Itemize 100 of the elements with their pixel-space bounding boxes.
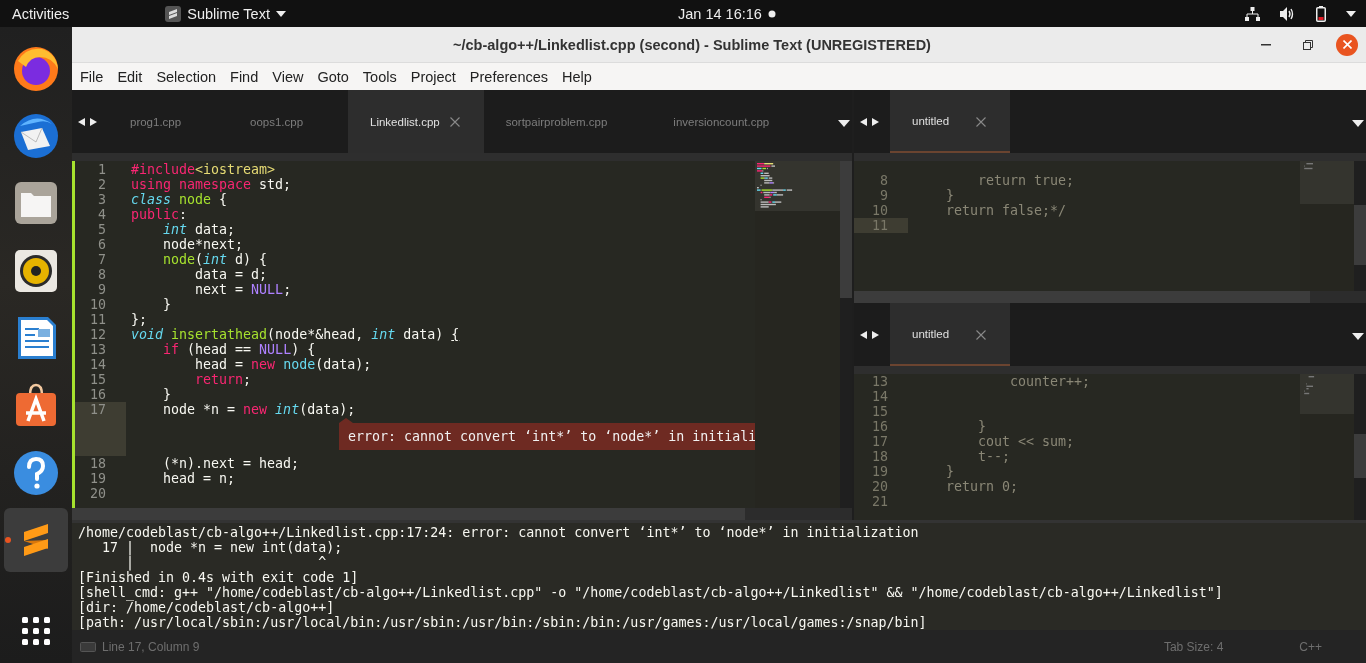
right-arrow-icon[interactable] bbox=[90, 117, 97, 126]
code-line: return false;*/ bbox=[945, 203, 1067, 218]
code-line: (*n).next = head; bbox=[162, 456, 300, 471]
code-line: }; bbox=[130, 312, 147, 327]
menu-item[interactable]: Tools bbox=[355, 68, 404, 85]
line-number: 11 bbox=[854, 218, 908, 233]
menu-item[interactable]: Goto bbox=[310, 68, 356, 85]
line-number: 16 bbox=[89, 387, 107, 402]
restore-icon bbox=[1303, 39, 1313, 50]
minimap-drawing bbox=[1300, 374, 1354, 414]
dropdown-icon[interactable] bbox=[1352, 119, 1364, 127]
close-icon[interactable] bbox=[976, 330, 986, 340]
close-icon[interactable] bbox=[976, 117, 986, 127]
line-number: 19 bbox=[871, 464, 889, 479]
close-icon[interactable] bbox=[449, 117, 460, 127]
code-line: node *n = new int(data); bbox=[162, 402, 356, 417]
menu-item[interactable]: File bbox=[73, 68, 111, 85]
line-number: 13 bbox=[871, 374, 889, 389]
tab[interactable]: sortpairproblem.cpp bbox=[483, 90, 652, 153]
scrollbar-thumb[interactable] bbox=[840, 161, 852, 298]
current-line-highlight bbox=[75, 417, 126, 456]
mail-icon bbox=[12, 112, 60, 160]
tab[interactable]: prog1.cpp bbox=[108, 90, 228, 153]
line-number: 18 bbox=[871, 449, 889, 464]
scrollbar-thumb[interactable] bbox=[1354, 205, 1366, 265]
code-line: data = d; bbox=[194, 267, 268, 282]
code-line: next = NULL; bbox=[194, 282, 292, 297]
dropdown-icon[interactable] bbox=[1352, 332, 1364, 340]
code-line: int data; bbox=[162, 222, 236, 237]
browser-icon bbox=[12, 44, 60, 93]
console-line: [dir: /home/codeblast/cb-algo++] bbox=[78, 600, 336, 615]
menu-item[interactable]: Selection bbox=[149, 68, 224, 85]
console-line: 17 | node *n = new int(data); bbox=[101, 540, 344, 555]
line-number: 20 bbox=[89, 486, 107, 501]
notification-dot-icon bbox=[767, 9, 776, 18]
line-number: 14 bbox=[89, 357, 107, 372]
app-menu-button[interactable]: Sublime Text bbox=[155, 0, 296, 27]
code-line: } bbox=[945, 464, 955, 479]
network-icon bbox=[1245, 6, 1260, 21]
window-title: ~/cb-algo++/Linkedlist.cpp (second) - Sublime Text (UNREGISTERED) bbox=[452, 36, 932, 53]
menu-item[interactable]: Find bbox=[223, 68, 266, 85]
console-line: [Finished in 0.4s with exit code 1] bbox=[78, 570, 360, 585]
right-arrow-icon[interactable] bbox=[872, 117, 879, 126]
code-line: return 0; bbox=[945, 479, 1019, 494]
menu-item[interactable]: Edit bbox=[110, 68, 150, 85]
line-number: 17 bbox=[75, 402, 126, 417]
left-arrow-icon[interactable] bbox=[860, 117, 867, 126]
line-number: 2 bbox=[97, 177, 107, 192]
line-number: 19 bbox=[89, 471, 107, 486]
code-line: void insertathead(node*&head, int data) { bbox=[130, 327, 460, 342]
right-arrow-icon[interactable] bbox=[872, 330, 879, 339]
line-number: 20 bbox=[871, 479, 889, 494]
tab[interactable]: Linkedlist.cpp bbox=[348, 90, 484, 153]
scrollbar[interactable] bbox=[1354, 374, 1366, 520]
code-line: t--; bbox=[977, 449, 1011, 464]
minimize-icon bbox=[1261, 43, 1271, 46]
code-line: return true; bbox=[977, 173, 1075, 188]
code-line: #include<iostream> bbox=[130, 162, 276, 177]
code-line: head = n; bbox=[162, 471, 236, 486]
battery-icon bbox=[1316, 5, 1326, 22]
line-number: 4 bbox=[97, 207, 107, 222]
left-arrow-icon[interactable] bbox=[860, 330, 867, 339]
line-number: 3 bbox=[97, 192, 107, 207]
scrollbar[interactable] bbox=[840, 161, 852, 508]
line-number: 12 bbox=[89, 327, 107, 342]
minimap-drawing bbox=[1300, 161, 1354, 204]
line-number: 15 bbox=[871, 404, 889, 419]
clock-button[interactable]: Jan 14 16:16 bbox=[668, 0, 786, 27]
code-line: node*next; bbox=[162, 237, 244, 252]
scrollbar[interactable] bbox=[1354, 161, 1366, 291]
line-number: 5 bbox=[97, 222, 107, 237]
close-button[interactable] bbox=[1336, 33, 1358, 56]
caret-icon bbox=[1346, 10, 1356, 17]
scrollbar-thumb[interactable] bbox=[1354, 434, 1366, 478]
line-number: 8 bbox=[97, 267, 107, 282]
activities-button[interactable]: Activities bbox=[2, 0, 80, 27]
line-number: 18 bbox=[89, 456, 107, 471]
line-number: 11 bbox=[89, 312, 107, 327]
tab[interactable]: untitled bbox=[890, 303, 1010, 366]
console-line: [shell_cmd: g++ "/home/codeblast/cb-algo++/Linkedlist.cpp" -o "/home/codeblast/cb-algo++/Linkedlist" && "/home/codeblast/cb-algo++/Linkedlist"] bbox=[78, 585, 1224, 600]
tab[interactable]: untitled bbox=[890, 90, 1010, 153]
line-number: 17 bbox=[871, 434, 889, 449]
console-line: | ^ bbox=[126, 555, 327, 570]
code-line: cout << sum; bbox=[977, 434, 1075, 449]
tab[interactable]: inversioncount.cpp bbox=[651, 90, 814, 153]
line-number: 8 bbox=[879, 173, 889, 188]
panel-toggle-icon[interactable] bbox=[80, 641, 96, 652]
running-indicator bbox=[5, 537, 11, 544]
code-line: } bbox=[162, 297, 172, 312]
tab[interactable]: oops1.cpp bbox=[228, 90, 348, 153]
line-number: 14 bbox=[871, 389, 889, 404]
line-number: 6 bbox=[97, 237, 107, 252]
menu-item[interactable]: Project bbox=[403, 68, 463, 85]
dropdown-icon[interactable] bbox=[838, 119, 850, 127]
console-line: /home/codeblast/cb-algo++/Linkedlist.cpp:17:24: error: cannot convert ‘int*’ to ‘node*’ in initialization bbox=[78, 525, 920, 540]
left-arrow-icon[interactable] bbox=[78, 117, 85, 126]
menu-item[interactable]: View bbox=[265, 68, 311, 85]
menu-item[interactable]: Preferences bbox=[462, 68, 556, 85]
menu-item[interactable]: Help bbox=[555, 68, 599, 85]
code-line: return; bbox=[194, 372, 252, 387]
